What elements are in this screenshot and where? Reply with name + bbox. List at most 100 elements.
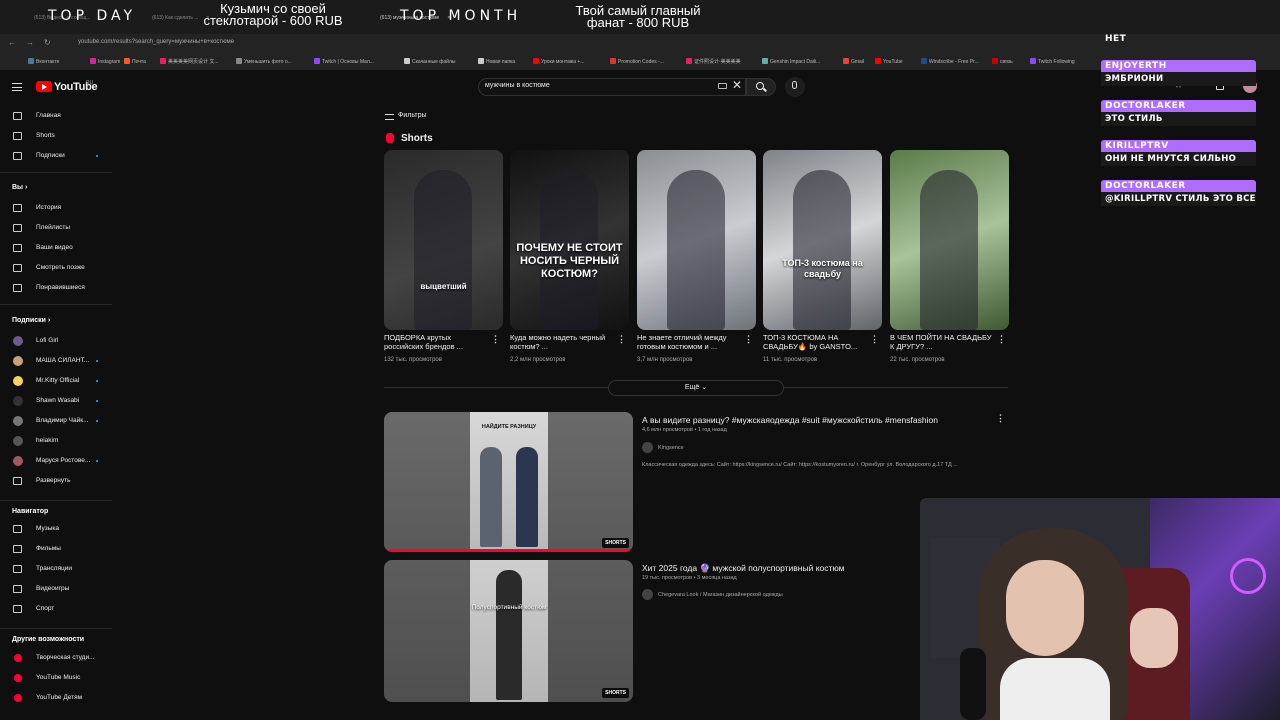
channel-name[interactable]: Kingsence <box>658 445 684 451</box>
channel-avatar <box>13 376 23 386</box>
forward-icon[interactable]: → <box>26 38 34 47</box>
clear-search-icon[interactable]: ✕ <box>732 78 742 92</box>
youtube-logo-icon[interactable] <box>36 81 52 92</box>
sidebar-item-nav[interactable]: Спорт <box>0 600 118 618</box>
more-actions-icon[interactable]: ⋮ <box>491 334 500 345</box>
sidebar-item-channel[interactable]: Lofi Girl <box>0 332 118 350</box>
sidebar-item-subscriptions[interactable]: Подписки <box>0 147 118 165</box>
new-content-dot <box>96 400 98 402</box>
bookmark-label: 美美美美网页设计 文... <box>168 59 219 65</box>
short-thumbnail[interactable] <box>890 150 1009 330</box>
video-title[interactable]: А вы видите разницу? #мужскаяодежда #sui… <box>642 415 938 425</box>
channel-avatar <box>13 356 23 366</box>
sidebar-item-other[interactable]: YouTube Music <box>0 669 118 687</box>
chat-message: НЕТ <box>1101 34 1256 44</box>
video-thumbnail[interactable]: НАЙДИТЕ РАЗНИЦУ SHORTS <box>384 412 633 552</box>
show-more-button[interactable]: Ещё ⌄ <box>608 380 784 396</box>
sidebar-item-label: Развернуть <box>36 477 71 484</box>
sidebar-item-channel[interactable]: МАША СИЛАНТ... <box>0 352 118 370</box>
filters-icon <box>385 114 394 120</box>
bookmark-item[interactable]: Скачанные файлы <box>404 58 455 65</box>
sidebar-item-nav[interactable]: Трансляции <box>0 560 118 578</box>
sidebar-item-channel[interactable]: Владимир Чайк... <box>0 412 118 430</box>
more-actions-icon[interactable]: ⋮ <box>997 334 1006 345</box>
shorts-badge: SHORTS <box>602 538 629 548</box>
short-thumbnail[interactable] <box>637 150 756 330</box>
url-field[interactable]: youtube.com/results?search_query=мужчины… <box>78 39 234 45</box>
sidebar-item-label: heiakim <box>36 437 59 444</box>
sidebar-item-you[interactable]: Понравившиеся <box>0 279 118 297</box>
short-thumbnail[interactable]: выцветший <box>384 150 503 330</box>
more-actions-icon[interactable]: ⋮ <box>870 334 879 345</box>
you-heading[interactable]: Вы › <box>12 184 27 191</box>
video-title[interactable]: Хит 2025 года 🔮 мужской полуспортивный к… <box>642 563 845 574</box>
bookmark-item[interactable]: Новая папка <box>478 58 515 65</box>
filters-button[interactable]: Фильтры <box>398 112 427 119</box>
bookmark-item[interactable]: Promotion Codes -... <box>610 58 664 65</box>
bookmark-label: Уменьшить фото о... <box>244 59 292 65</box>
bookmark-item[interactable]: Gmail <box>843 58 864 65</box>
bookmark-label: Почта <box>132 59 146 65</box>
short-thumbnail[interactable]: ТОП-3 костюма на свадьбу <box>763 150 882 330</box>
sidebar-item-channel[interactable]: Shawn Wasabi <box>0 392 118 410</box>
short-title[interactable]: В ЧЕМ ПОЙТИ НА СВАДЬБУ К ДРУГУ? ... <box>890 333 995 351</box>
mic-icon <box>792 81 797 89</box>
short-title[interactable]: ПОДБОРКА крутых российских брендов ... <box>384 333 489 351</box>
gaming-icon <box>13 585 22 593</box>
sidebar-item-you[interactable]: История <box>0 199 118 217</box>
search-input[interactable] <box>485 82 705 89</box>
sidebar-item-channel[interactable]: Маруся Ростове... <box>0 452 118 470</box>
sidebar-item-label: Понравившиеся <box>36 284 85 291</box>
more-actions-icon[interactable]: ⋮ <box>744 334 753 345</box>
bookmark-item[interactable]: 美美美美网页设计 文... <box>160 58 219 65</box>
sidebar-item-channel[interactable]: heiakim <box>0 432 118 450</box>
sidebar-item-other[interactable]: Творческая студи... <box>0 649 118 667</box>
short-title[interactable]: ТОП-3 КОСТЮМА НА СВАДЬБУ🔥 by GANSTO... <box>763 333 868 351</box>
hand <box>1130 608 1178 668</box>
bookmark-item[interactable]: Почта <box>124 58 146 65</box>
youtube-product-icon <box>14 674 22 682</box>
short-title[interactable]: Куда можно надеть черный костюм? ... <box>510 333 615 351</box>
bookmark-item[interactable]: Instagram <box>90 58 120 65</box>
bookmark-item[interactable]: связь <box>992 58 1013 65</box>
bookmark-item[interactable]: Уроки монтажа +... <box>533 58 584 65</box>
bookmark-item[interactable]: Genshin Impact Daili... <box>762 58 820 65</box>
sidebar-item-label: YouTube Music <box>36 674 81 681</box>
more-actions-icon[interactable]: ⋮ <box>617 334 626 345</box>
menu-icon[interactable] <box>12 83 22 91</box>
sidebar-item-you[interactable]: Плейлисты <box>0 219 118 237</box>
shorts-badge: SHORTS <box>602 688 629 698</box>
channel-avatar[interactable] <box>642 589 653 600</box>
back-icon[interactable]: ← <box>8 38 16 47</box>
more-actions-icon[interactable]: ⋮ <box>996 413 1005 424</box>
short-thumbnail[interactable]: ПОЧЕМУ НЕ СТОИТ НОСИТЬ ЧЕРНЫЙ КОСТЮМ? <box>510 150 629 330</box>
sidebar-item-nav[interactable]: Видеоигры <box>0 580 118 598</box>
video-thumbnail[interactable]: Полуспортивный костюм SHORTS <box>384 560 633 702</box>
sidebar-item-nav[interactable]: Музыка <box>0 520 118 538</box>
subscriptions-heading[interactable]: Подписки › <box>12 317 50 324</box>
playlist-icon <box>13 224 22 232</box>
bookmarks-bar: Вконтакте Instagram Почта 美美美美网页设计 文... Умен… <box>0 54 1280 70</box>
bookmark-item[interactable]: YouTube <box>875 58 903 65</box>
sidebar-item-you[interactable]: Ваши видео <box>0 239 118 257</box>
bookmark-item[interactable]: 证件照设计-美美美美 <box>686 58 741 65</box>
channel-name[interactable]: Chegevara Look / Магазин дизайнерской од… <box>658 592 783 598</box>
sidebar-item-expand[interactable]: Развернуть <box>0 472 118 490</box>
channel-avatar[interactable] <box>642 442 653 453</box>
face <box>1006 560 1084 656</box>
bookmark-item[interactable]: Вконтакте <box>28 58 59 65</box>
short-title[interactable]: Не знаете отличий между готовым костюмом… <box>637 333 742 351</box>
sidebar-item-other[interactable]: YouTube Детям <box>0 689 118 707</box>
bookmark-item[interactable]: Twitch Following <box>1030 58 1075 65</box>
sidebar-item-nav[interactable]: Фильмы <box>0 540 118 558</box>
sidebar-item-home[interactable]: Главная <box>0 107 118 125</box>
sidebar-item-channel[interactable]: Mr.Kitty Official <box>0 372 118 390</box>
bookmark-favicon-icon <box>921 58 927 64</box>
reload-icon[interactable]: ↻ <box>44 38 51 47</box>
sidebar-item-shorts[interactable]: Shorts <box>0 127 118 145</box>
bookmark-item[interactable]: Twitch | Основы Мал... <box>314 58 374 65</box>
keyboard-icon[interactable] <box>718 83 727 89</box>
sidebar-item-you[interactable]: Смотреть позже <box>0 259 118 277</box>
bookmark-item[interactable]: Уменьшить фото о... <box>236 58 292 65</box>
bookmark-item[interactable]: Windscribe - Free Pr... <box>921 58 979 65</box>
